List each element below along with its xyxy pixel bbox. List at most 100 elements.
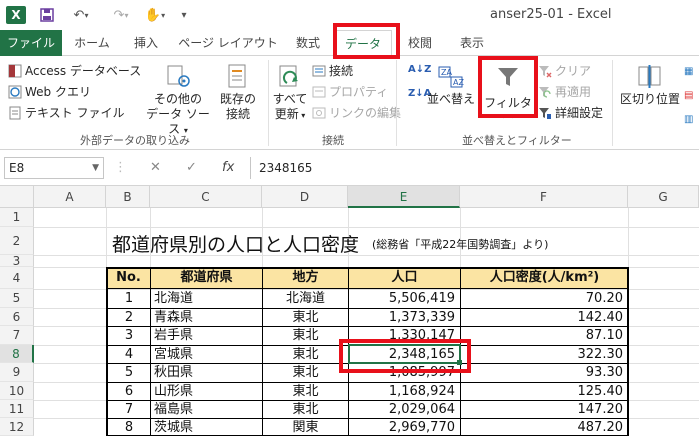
cell-no[interactable]: 7: [108, 400, 150, 419]
web-query-button[interactable]: Web クエリ: [8, 83, 91, 100]
cell-population[interactable]: 2,029,064: [349, 400, 455, 419]
cell-region[interactable]: 北海道: [263, 289, 348, 308]
tab-insert[interactable]: 挿入: [124, 30, 168, 56]
cell-region[interactable]: 東北: [263, 400, 348, 419]
save-icon[interactable]: [36, 4, 58, 26]
existing-connections-button[interactable]: 既存の 接続: [214, 62, 262, 122]
clear-filter-button[interactable]: クリア: [538, 62, 591, 79]
cell-density[interactable]: 125.40: [461, 382, 624, 401]
tab-home[interactable]: ホーム: [68, 30, 116, 56]
cell-population[interactable]: 1,373,339: [349, 308, 455, 327]
column-header-g[interactable]: G: [628, 186, 699, 208]
row-header-12[interactable]: 12: [0, 418, 34, 436]
row-header-10[interactable]: 10: [0, 382, 34, 400]
connections-button[interactable]: 接続: [312, 62, 353, 79]
cell-prefecture[interactable]: 青森県: [154, 308, 262, 327]
table-header-no[interactable]: No.: [107, 268, 150, 289]
cell-population[interactable]: 1,168,924: [349, 382, 455, 401]
cell-prefecture[interactable]: 福島県: [154, 400, 262, 419]
row-header-4[interactable]: 4: [0, 267, 34, 289]
cell-prefecture[interactable]: 岩手県: [154, 326, 262, 345]
flash-fill-icon[interactable]: ▦: [684, 66, 693, 77]
cell-no[interactable]: 2: [108, 308, 150, 327]
cell-no[interactable]: 4: [108, 345, 150, 364]
cell-region[interactable]: 東北: [263, 382, 348, 401]
touch-mode-icon[interactable]: ✋ ▾: [142, 4, 168, 26]
cell-region[interactable]: 東北: [263, 345, 348, 364]
data-validation-icon[interactable]: ▥: [684, 114, 693, 125]
text-to-columns-button[interactable]: 区切り位置: [618, 62, 682, 107]
cell-population[interactable]: 2,969,770: [349, 418, 455, 436]
cell-prefecture[interactable]: 北海道: [154, 289, 262, 308]
formula-input[interactable]: 2348165: [250, 157, 699, 179]
row-header-5[interactable]: 5: [0, 289, 34, 308]
column-header-a[interactable]: A: [34, 186, 106, 208]
cell-population[interactable]: 1,085,997: [349, 363, 455, 382]
reapply-button[interactable]: 再適用: [538, 83, 591, 100]
cell-density[interactable]: 322.30: [461, 345, 624, 364]
worksheet-grid[interactable]: A B C D E F G 1 2 3 4 5 6 7 8 9 10 11 12…: [0, 186, 699, 436]
cell-no[interactable]: 5: [108, 363, 150, 382]
cell-region[interactable]: 東北: [263, 308, 348, 327]
cell-density[interactable]: 142.40: [461, 308, 624, 327]
table-header-prefecture[interactable]: 都道府県: [151, 268, 262, 289]
fill-handle[interactable]: [457, 360, 462, 365]
sort-button[interactable]: ZA AZ 並べ替え: [426, 62, 476, 107]
edit-links-button[interactable]: リンクの編集: [312, 104, 401, 121]
cell-density[interactable]: 87.10: [461, 326, 623, 345]
tab-data[interactable]: データ: [334, 30, 392, 57]
cell-no[interactable]: 1: [108, 289, 150, 308]
cell-density[interactable]: 487.20: [461, 418, 624, 436]
properties-button[interactable]: プロパティ: [312, 83, 388, 100]
tab-view[interactable]: 表示: [450, 30, 494, 56]
undo-icon[interactable]: ↶ ▾: [66, 4, 96, 26]
cell-prefecture[interactable]: 秋田県: [154, 363, 262, 382]
table-header-population[interactable]: 人口: [349, 268, 460, 289]
tab-file[interactable]: ファイル: [0, 30, 62, 56]
insert-function-icon[interactable]: fx: [222, 157, 234, 179]
column-header-d[interactable]: D: [262, 186, 348, 208]
customize-icon[interactable]: ▾: [176, 4, 192, 26]
cell-population[interactable]: 1,330,147: [349, 326, 455, 345]
cell-prefecture[interactable]: 宮城県: [154, 345, 262, 364]
row-header-3[interactable]: 3: [0, 255, 34, 267]
chevron-down-icon[interactable]: ▼: [92, 158, 99, 178]
refresh-all-button[interactable]: すべて 更新 ▾: [270, 62, 310, 123]
cell-region[interactable]: 東北: [263, 326, 348, 345]
column-header-e[interactable]: E: [348, 186, 460, 208]
access-button[interactable]: Access データベース: [8, 62, 141, 79]
cell-density[interactable]: 93.30: [461, 363, 623, 382]
text-file-button[interactable]: テキスト ファイル: [8, 104, 124, 121]
cell-density[interactable]: 147.20: [461, 400, 624, 419]
column-header-b[interactable]: B: [106, 186, 150, 208]
column-header-f[interactable]: F: [460, 186, 628, 208]
redo-icon[interactable]: ↷ ▾: [106, 4, 136, 26]
cell-prefecture[interactable]: 山形県: [154, 382, 262, 401]
cell-no[interactable]: 6: [108, 382, 150, 401]
row-header-2[interactable]: 2: [0, 227, 34, 255]
row-header-6[interactable]: 6: [0, 308, 34, 326]
tab-page-layout[interactable]: ページ レイアウト: [178, 30, 278, 56]
cell-population[interactable]: 5,506,419: [349, 289, 455, 308]
filter-button[interactable]: フィルター: [482, 62, 534, 126]
table-header-density[interactable]: 人口密度(人/km²): [461, 268, 628, 289]
table-header-region[interactable]: 地方: [263, 268, 348, 289]
cell-no[interactable]: 8: [108, 418, 150, 436]
cancel-icon[interactable]: ✕: [150, 157, 161, 179]
tab-review[interactable]: 校閲: [398, 30, 442, 56]
select-all-corner[interactable]: [0, 186, 34, 208]
cell-region[interactable]: 東北: [263, 363, 348, 382]
row-header-11[interactable]: 11: [0, 400, 34, 418]
column-header-c[interactable]: C: [150, 186, 262, 208]
row-header-1[interactable]: 1: [0, 208, 34, 227]
name-box[interactable]: E8 ▼: [4, 157, 104, 179]
row-header-8[interactable]: 8: [0, 345, 34, 363]
cell-no[interactable]: 3: [108, 326, 150, 345]
row-header-7[interactable]: 7: [0, 326, 34, 345]
cell-density[interactable]: 70.20: [461, 289, 623, 308]
tab-formulas[interactable]: 数式: [286, 30, 330, 56]
cell-prefecture[interactable]: 茨城県: [154, 418, 262, 436]
remove-duplicates-icon[interactable]: ▤: [684, 90, 693, 101]
enter-icon[interactable]: ✓: [186, 157, 197, 179]
row-header-9[interactable]: 9: [0, 363, 34, 382]
